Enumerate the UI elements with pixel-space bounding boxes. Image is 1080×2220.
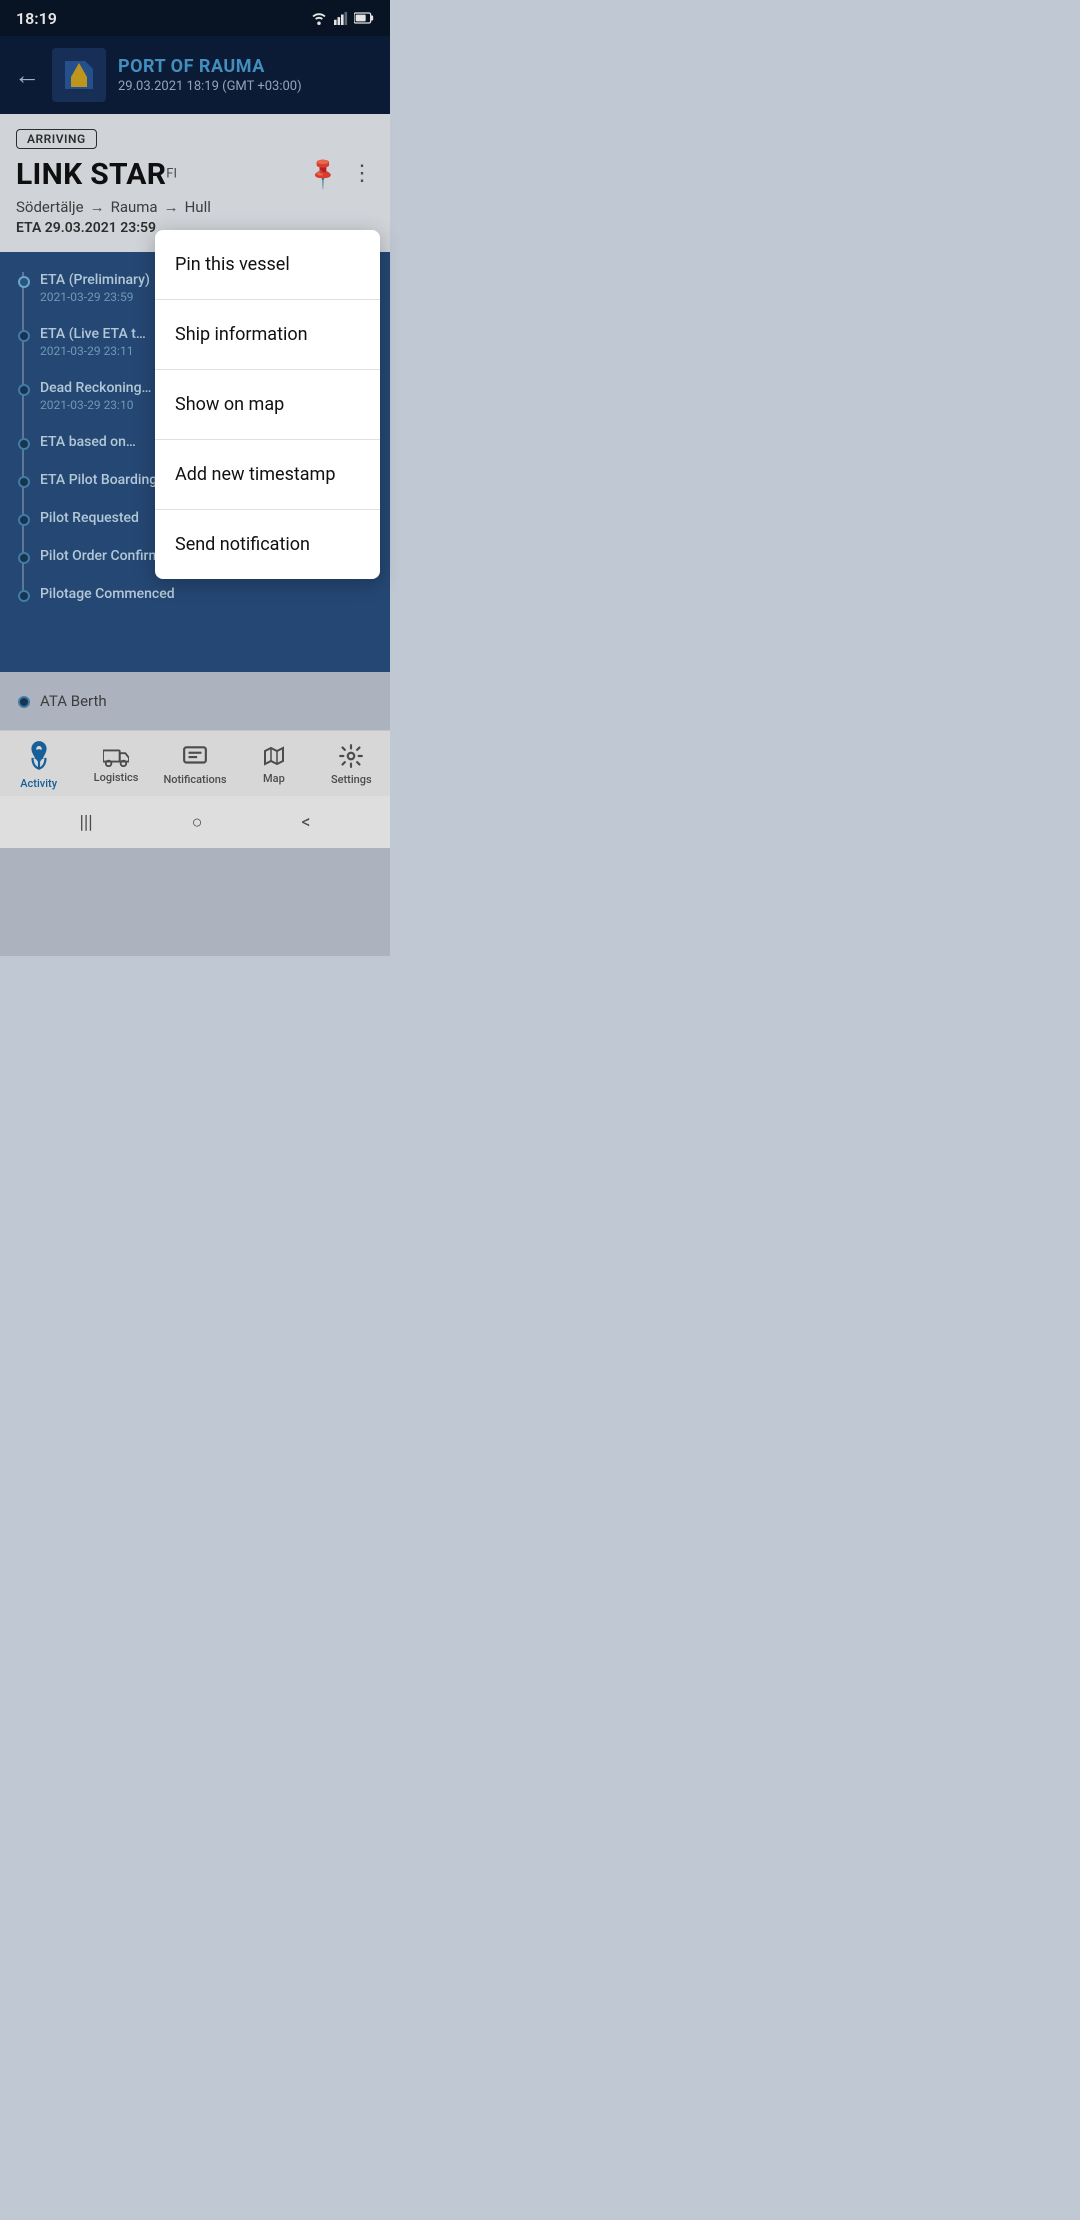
menu-item-send-notification[interactable]: Send notification [155,510,380,579]
menu-item-add-timestamp[interactable]: Add new timestamp [155,440,380,510]
menu-item-ship-info[interactable]: Ship information [155,300,380,370]
menu-item-pin[interactable]: Pin this vessel [155,230,380,300]
menu-item-show-map[interactable]: Show on map [155,370,380,440]
context-menu: Pin this vessel Ship information Show on… [155,230,380,579]
